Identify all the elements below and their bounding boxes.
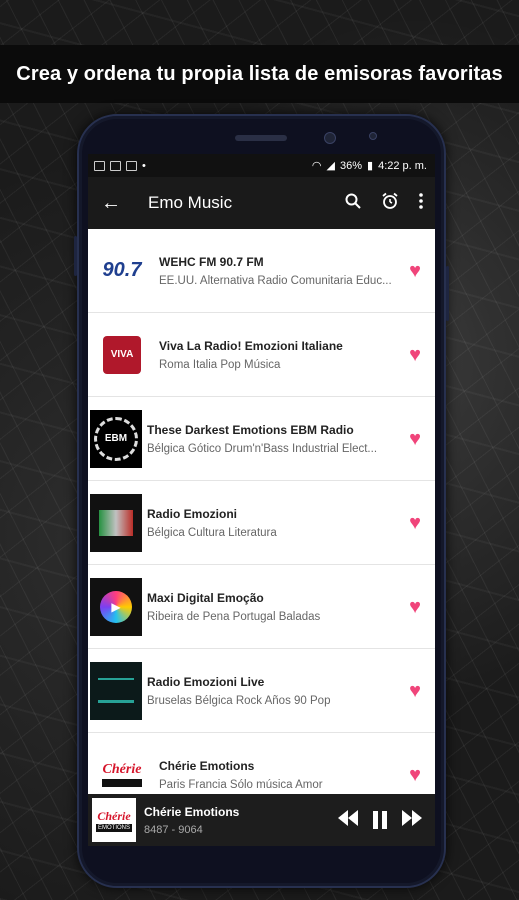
- station-row-maxi-digital[interactable]: ▶ Maxi Digital Emoção Ribeira de Pena Po…: [88, 565, 435, 649]
- favorite-heart-icon[interactable]: ♥: [409, 597, 421, 617]
- station-description: Roma Italia Pop Música: [159, 358, 281, 371]
- player-controls: [337, 809, 423, 831]
- station-logo: [90, 661, 142, 720]
- battery-icon: ▮: [367, 160, 374, 172]
- phone-sensor: [369, 132, 377, 140]
- station-logo-text: VIVA: [110, 349, 134, 360]
- favorite-heart-icon[interactable]: ♥: [409, 429, 421, 449]
- status-left-icons: •: [94, 160, 146, 172]
- app-bar-actions: [345, 192, 423, 215]
- phone-frame: • ◠ ◢ 36% ▮ 4:22 p. m. ← Emo Music 90.7 …: [74, 114, 449, 888]
- promo-headline: Crea y ordena tu propia lista de emisora…: [16, 62, 503, 85]
- station-row-viva[interactable]: VIVA Viva La Radio! Emozioni Italiane Ro…: [88, 313, 435, 397]
- station-logo-text: EBM: [104, 433, 128, 444]
- app-title: Emo Music: [148, 193, 233, 212]
- station-row-radio-emozioni[interactable]: Radio Emozioni Bélgica Cultura Literatur…: [88, 481, 435, 565]
- station-name: Chérie Emotions: [159, 758, 255, 773]
- phone-speaker: [235, 135, 287, 141]
- station-description: Paris Francia Sólo música Amor: [159, 778, 323, 791]
- station-name: Radio Emozioni: [147, 506, 237, 521]
- favorite-heart-icon[interactable]: ♥: [409, 681, 421, 701]
- player-station-logo: Chérie EMOTIONS: [92, 798, 136, 842]
- station-logo: EBM: [90, 409, 142, 468]
- station-row-radio-emozioni-live[interactable]: Radio Emozioni Live Bruselas Bélgica Roc…: [88, 649, 435, 733]
- message-icon: [110, 160, 121, 171]
- station-name: Maxi Digital Emoção: [147, 590, 264, 605]
- station-description: Bruselas Bélgica Rock Años 90 Pop: [147, 694, 331, 707]
- player-subtitle: 8487 - 9064: [144, 823, 203, 836]
- promo-banner: Crea y ordena tu propia lista de emisora…: [0, 45, 519, 103]
- player-logo-subtext: EMOTIONS: [95, 823, 132, 832]
- player-logo-text: Chérie: [97, 808, 131, 823]
- search-icon[interactable]: [345, 193, 361, 214]
- image-icon: [126, 160, 137, 171]
- arrow-left-icon[interactable]: ←: [92, 192, 130, 215]
- station-description: Bélgica Gótico Drum'n'Bass Industrial El…: [147, 442, 378, 455]
- station-list: 90.7 WEHC FM 90.7 FM EE.UU. Alternativa …: [88, 229, 435, 817]
- power-button: [446, 266, 449, 321]
- station-logo: ▶: [90, 577, 142, 636]
- signal-icon: ◢: [326, 160, 335, 172]
- favorite-heart-icon[interactable]: ♥: [409, 345, 421, 365]
- station-logo: 90.7: [93, 241, 151, 300]
- favorite-heart-icon[interactable]: ♥: [409, 513, 421, 533]
- station-name: WEHC FM 90.7 FM: [159, 254, 264, 269]
- station-name: These Darkest Emotions EBM Radio: [147, 422, 354, 437]
- battery-level: 36%: [339, 159, 363, 172]
- ellipsis-icon: •: [142, 159, 146, 172]
- favorite-heart-icon[interactable]: ♥: [409, 261, 421, 281]
- phone-screen: • ◠ ◢ 36% ▮ 4:22 p. m. ← Emo Music 90.7 …: [88, 154, 435, 846]
- station-name: Viva La Radio! Emozioni Italiane: [159, 338, 343, 353]
- favorite-heart-icon[interactable]: ♥: [409, 765, 421, 785]
- station-logo-text: 90.7: [102, 259, 142, 281]
- volume-button: [74, 236, 77, 276]
- station-row-wehc[interactable]: 90.7 WEHC FM 90.7 FM EE.UU. Alternativa …: [88, 229, 435, 313]
- player-title: Chérie Emotions: [144, 804, 240, 819]
- notification-icon: [94, 160, 105, 171]
- more-vert-icon[interactable]: [419, 192, 423, 214]
- rewind-icon[interactable]: [337, 809, 359, 831]
- station-logo: VIVA: [93, 325, 151, 384]
- station-description: EE.UU. Alternativa Radio Comunitaria Edu…: [159, 274, 392, 287]
- station-description: Bélgica Cultura Literatura: [147, 526, 277, 539]
- clock: 4:22 p. m.: [378, 159, 427, 172]
- fast-forward-icon[interactable]: [401, 809, 423, 831]
- station-row-ebm[interactable]: EBM These Darkest Emotions EBM Radio Bél…: [88, 397, 435, 481]
- status-right-icons: ◠ ◢ 36% ▮ 4:22 p. m.: [311, 159, 427, 173]
- alarm-icon[interactable]: [381, 192, 399, 215]
- mini-player[interactable]: Chérie EMOTIONS Chérie Emotions 8487 - 9…: [88, 794, 435, 846]
- wifi-icon: ◠: [311, 160, 322, 172]
- phone-camera: [324, 132, 336, 144]
- station-description: Ribeira de Pena Portugal Baladas: [147, 610, 321, 623]
- station-name: Radio Emozioni Live: [147, 674, 265, 689]
- station-logo: [90, 493, 142, 552]
- status-bar: • ◠ ◢ 36% ▮ 4:22 p. m.: [88, 154, 435, 177]
- pause-icon[interactable]: [373, 811, 387, 829]
- app-bar: ← Emo Music: [88, 177, 435, 229]
- station-logo-text: Chérie: [102, 762, 142, 777]
